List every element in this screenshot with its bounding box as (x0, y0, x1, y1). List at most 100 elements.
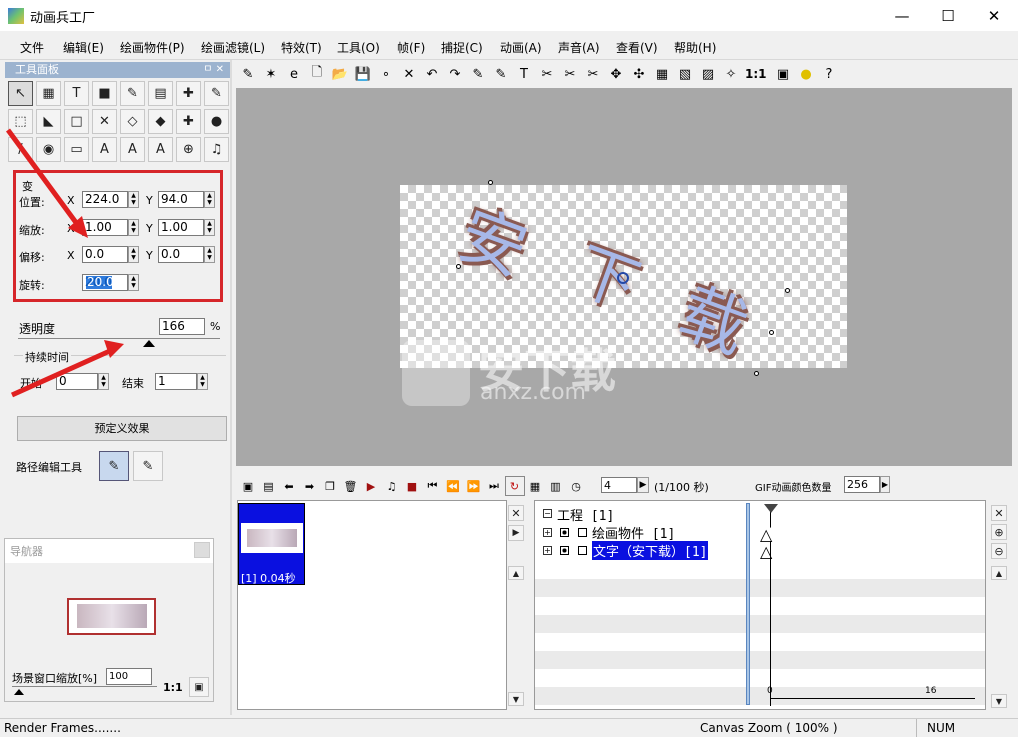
redo-icon[interactable]: ↷ (445, 64, 465, 84)
minimize-button[interactable]: — (879, 0, 925, 31)
frame-delay-arrow[interactable]: ▶ (637, 477, 649, 493)
pen-remove-icon[interactable]: ✎ (491, 64, 511, 84)
delete-icon[interactable]: ✕ (399, 64, 419, 84)
timeline-scroll-down-icon[interactable]: ▼ (991, 694, 1007, 708)
text-tool-icon[interactable]: T (514, 64, 534, 84)
maximize-button[interactable]: ☐ (925, 0, 971, 31)
fit-window-icon[interactable]: ▣ (773, 64, 793, 84)
open-folder-icon[interactable]: 📂 (330, 64, 350, 84)
tree-expand-icon[interactable]: + (543, 528, 552, 537)
navigator-fit-icon[interactable]: ▣ (189, 677, 209, 697)
navigator-one-to-one-button[interactable]: 1:1 (163, 681, 183, 694)
panel-pin-close[interactable]: ㅁ ✕ (203, 62, 224, 78)
menu-tools[interactable]: 工具(O) (337, 39, 380, 56)
menu-view[interactable]: 查看(V) (616, 39, 658, 56)
play-icon[interactable]: ▶ (361, 476, 381, 496)
clock-icon[interactable]: ◷ (566, 476, 586, 496)
menu-file[interactable]: 文件 (20, 39, 44, 56)
menu-edit[interactable]: 编辑(E) (63, 39, 104, 56)
last-icon[interactable]: ⏭ (484, 476, 504, 496)
tree-node-text-layer[interactable]: 文字（安下载）[1] (592, 541, 709, 560)
gif-colors-arrow[interactable]: ▶ (880, 476, 890, 493)
pen-add-icon[interactable]: ✎ (468, 64, 488, 84)
rotation-center-handle[interactable] (617, 272, 629, 284)
close-button[interactable]: ✕ (971, 0, 1017, 31)
top-one-to-one-button[interactable]: 1:1 (745, 67, 767, 81)
grid-icon[interactable]: ▥ (546, 476, 566, 496)
scissor-2-icon[interactable]: ✂ (560, 64, 580, 84)
navigator-zoom-thumb[interactable] (14, 689, 24, 695)
forward-icon[interactable]: ⏩ (464, 476, 484, 496)
path-edit-tool-2-icon[interactable]: ✎ (133, 451, 163, 481)
path-edit-tool-1-icon[interactable]: ✎ (99, 451, 129, 481)
save-icon[interactable]: 💾 (353, 64, 373, 84)
menu-frame[interactable]: 帧(F) (397, 39, 425, 56)
move-icon[interactable]: ✥ (606, 64, 626, 84)
sparkle-icon[interactable]: ✶ (261, 64, 281, 84)
menu-draw-filter[interactable]: 绘画滤镜(L) (201, 39, 265, 56)
new-file-icon[interactable]: 🗋 (307, 64, 327, 84)
frames-next-icon[interactable]: ▶ (508, 525, 524, 541)
selection-handle[interactable] (488, 180, 493, 185)
prev-icon[interactable]: ⬅ (279, 476, 299, 496)
menu-draw-object[interactable]: 绘画物件(P) (120, 39, 185, 56)
selection-handle[interactable] (769, 330, 774, 335)
loop-icon[interactable]: ↻ (504, 476, 525, 496)
selection-handle[interactable] (785, 288, 790, 293)
help-icon[interactable]: ? (819, 64, 839, 84)
menu-help[interactable]: 帮助(H) (674, 39, 716, 56)
menu-effects[interactable]: 特效(T) (281, 39, 322, 56)
tree-node-project[interactable]: 工程 [1] (557, 505, 614, 524)
tree-node-draw-object[interactable]: 绘画物件 [1] (592, 523, 675, 542)
rewind-icon[interactable]: ⏪ (443, 476, 463, 496)
selection-handle[interactable] (456, 264, 461, 269)
tree-divider[interactable] (746, 503, 750, 705)
menu-sound[interactable]: 声音(A) (558, 39, 600, 56)
scissor-icon[interactable]: ✂ (537, 64, 557, 84)
wand-icon[interactable]: ✧ (721, 64, 741, 84)
layer-icon[interactable]: ▦ (652, 64, 672, 84)
node-icon[interactable]: ∘ (376, 64, 396, 84)
stop-icon[interactable]: ■ (402, 476, 422, 496)
zoom-in-icon[interactable]: ⊕ (991, 524, 1007, 540)
tree-expand-icon[interactable]: + (543, 546, 552, 555)
status-message: Render Frames....... (4, 721, 121, 735)
menu-animation[interactable]: 动画(A) (500, 39, 542, 56)
move-2-icon[interactable]: ✣ (629, 64, 649, 84)
frame-delay-input[interactable]: 4 (601, 477, 637, 493)
palette-icon[interactable]: ▦ (525, 476, 545, 496)
gif-colors-input[interactable]: 256 (844, 476, 880, 493)
layer-2-icon[interactable]: ▧ (675, 64, 695, 84)
duplicate-icon[interactable]: ❐ (320, 476, 340, 496)
pencil-icon[interactable]: ✎ (238, 64, 258, 84)
frame-copy-icon[interactable]: ▤ (259, 476, 279, 496)
trash-icon[interactable]: 🗑 (341, 476, 361, 496)
next-icon[interactable]: ➡ (300, 476, 320, 496)
navigator-zoom-input[interactable]: 100 (106, 668, 152, 685)
visibility-icon[interactable] (560, 546, 569, 555)
selection-handle[interactable] (754, 371, 759, 376)
frames-close-icon[interactable]: ✕ (508, 505, 524, 521)
frame-thumbnail[interactable]: [1] 0.04秒 (238, 503, 305, 585)
scissor-3-icon[interactable]: ✂ (583, 64, 603, 84)
timeline-scroll-up-icon[interactable]: ▲ (991, 566, 1007, 580)
navigator-close-icon[interactable] (194, 542, 210, 558)
ie-icon[interactable]: e (284, 64, 304, 84)
frame-add-icon[interactable]: ▣ (238, 476, 258, 496)
menu-capture[interactable]: 捕捉(C) (441, 39, 483, 56)
tree-collapse-icon[interactable]: − (543, 509, 552, 518)
sound-icon[interactable]: ♫ (382, 476, 402, 496)
frames-scroll-up-icon[interactable]: ▲ (508, 566, 524, 580)
navigator-zoom-slider[interactable] (12, 686, 157, 687)
lock-icon[interactable] (578, 546, 587, 555)
layer-3-icon[interactable]: ▨ (698, 64, 718, 84)
circle-icon[interactable]: ● (796, 64, 816, 84)
first-icon[interactable]: ⏮ (423, 476, 443, 496)
zoom-out-icon[interactable]: ⊖ (991, 543, 1007, 559)
undo-icon[interactable]: ↶ (422, 64, 442, 84)
frames-scroll-down-icon[interactable]: ▼ (508, 692, 524, 706)
visibility-icon[interactable] (560, 528, 569, 537)
timeline-close-icon[interactable]: ✕ (991, 505, 1007, 521)
lock-icon[interactable] (578, 528, 587, 537)
navigator-preview[interactable] (67, 598, 156, 635)
